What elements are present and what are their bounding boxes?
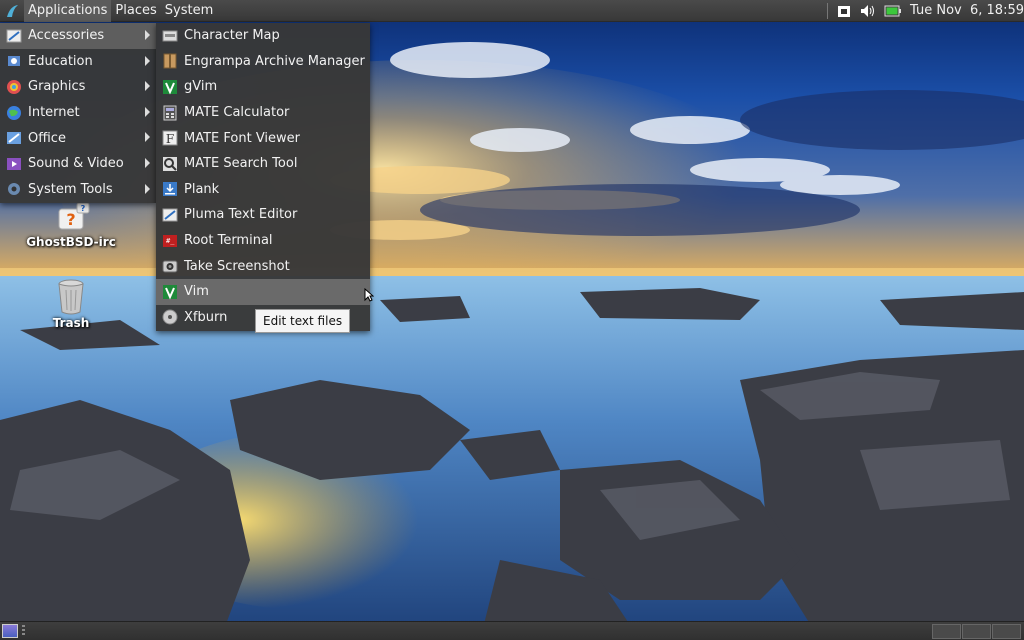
svg-text:#_: #_ bbox=[166, 237, 175, 245]
system-menu[interactable]: System bbox=[161, 0, 217, 22]
menu-item-label: gVim bbox=[184, 79, 218, 95]
volume-icon[interactable] bbox=[860, 3, 876, 19]
irc-help-icon: ? ? bbox=[51, 202, 91, 235]
terminal-icon: #_ bbox=[162, 233, 178, 249]
menu-item-take-screenshot[interactable]: Take Screenshot bbox=[156, 253, 370, 279]
vim-icon bbox=[162, 284, 178, 300]
submenu-arrow-icon bbox=[145, 132, 150, 143]
submenu-arrow-icon bbox=[145, 55, 150, 66]
svg-text:?: ? bbox=[81, 204, 86, 213]
menu-item-label: Root Terminal bbox=[184, 233, 273, 249]
desktop-icon-ghostbsd-irc[interactable]: ? ? GhostBSD-irc bbox=[26, 202, 116, 249]
menu-item-label: Sound & Video bbox=[28, 156, 124, 172]
archive-manager-icon bbox=[162, 53, 178, 69]
menu-item-engrampa[interactable]: Engrampa Archive Manager bbox=[156, 49, 370, 75]
places-menu[interactable]: Places bbox=[111, 0, 160, 22]
workspace-1[interactable] bbox=[932, 624, 961, 639]
screenshot-indicator-icon[interactable] bbox=[836, 3, 852, 19]
workspace-2[interactable] bbox=[962, 624, 991, 639]
menu-item-label: Office bbox=[28, 130, 66, 146]
battery-icon[interactable] bbox=[884, 3, 902, 19]
menu-item-gvim[interactable]: gVim bbox=[156, 74, 370, 100]
menu-item-label: MATE Calculator bbox=[184, 105, 290, 121]
trash-icon bbox=[57, 278, 85, 316]
menu-category-education[interactable]: Education bbox=[0, 49, 156, 75]
menu-item-label: MATE Font Viewer bbox=[184, 130, 301, 146]
menu-item-plank[interactable]: Plank bbox=[156, 177, 370, 203]
gvim-icon bbox=[162, 79, 178, 95]
menu-item-label: System Tools bbox=[28, 181, 113, 197]
desktop-icon-label: GhostBSD-irc bbox=[26, 235, 116, 249]
menu-item-label: Internet bbox=[28, 105, 80, 121]
text-editor-icon bbox=[162, 207, 178, 223]
menu-item-label: Xfburn bbox=[184, 309, 228, 325]
mouse-cursor-icon bbox=[364, 287, 375, 306]
menu-category-accessories[interactable]: Accessories bbox=[0, 23, 156, 49]
menu-item-root-terminal[interactable]: #_ Root Terminal bbox=[156, 228, 370, 254]
bottom-panel bbox=[0, 621, 1024, 640]
svg-text:?: ? bbox=[66, 210, 75, 229]
submenu-arrow-icon bbox=[145, 106, 150, 117]
submenu-arrow-icon bbox=[145, 81, 150, 92]
graphics-icon bbox=[6, 79, 22, 95]
menu-item-vim[interactable]: Vim bbox=[156, 278, 370, 305]
menu-category-office[interactable]: Office bbox=[0, 125, 156, 151]
search-tool-icon bbox=[162, 156, 178, 172]
menu-category-graphics[interactable]: Graphics bbox=[0, 74, 156, 100]
plank-icon bbox=[162, 181, 178, 197]
menu-item-character-map[interactable]: Character Map bbox=[156, 23, 370, 49]
office-icon bbox=[6, 130, 22, 146]
menu-item-pluma[interactable]: Pluma Text Editor bbox=[156, 202, 370, 228]
system-tray: Tue Nov 6, 18:59 bbox=[827, 0, 1024, 22]
menu-item-mate-search-tool[interactable]: MATE Search Tool bbox=[156, 151, 370, 177]
menu-item-label: Graphics bbox=[28, 79, 86, 95]
system-tools-icon bbox=[6, 181, 22, 197]
menu-item-label: Character Map bbox=[184, 28, 280, 44]
menu-category-sound-video[interactable]: Sound & Video bbox=[0, 151, 156, 177]
menu-item-mate-font-viewer[interactable]: F MATE Font Viewer bbox=[156, 125, 370, 151]
screenshot-icon bbox=[162, 258, 178, 274]
applications-menu[interactable]: Applications bbox=[24, 0, 112, 22]
ghostbsd-logo-icon bbox=[4, 3, 20, 19]
accessories-submenu: Character Map Engrampa Archive Manager g… bbox=[156, 23, 370, 331]
menu-item-label: Education bbox=[28, 53, 93, 69]
menu-item-label: MATE Search Tool bbox=[184, 156, 298, 172]
tray-separator bbox=[827, 2, 829, 19]
sound-video-icon bbox=[6, 156, 22, 172]
desktop-icon-trash[interactable]: Trash bbox=[26, 278, 116, 330]
submenu-arrow-icon bbox=[145, 30, 150, 40]
submenu-arrow-icon bbox=[145, 157, 150, 168]
applications-categories-menu: Accessories Education Graphics Internet … bbox=[0, 23, 156, 203]
submenu-arrow-icon bbox=[145, 183, 150, 194]
svg-text:F: F bbox=[166, 132, 174, 146]
disc-burner-icon bbox=[162, 309, 178, 325]
menu-item-label: Plank bbox=[184, 181, 220, 197]
character-map-icon bbox=[162, 28, 178, 44]
menu-item-mate-calculator[interactable]: MATE Calculator bbox=[156, 100, 370, 126]
panel-drag-handle[interactable] bbox=[22, 625, 25, 637]
menu-item-label: Pluma Text Editor bbox=[184, 207, 298, 223]
accessories-icon bbox=[6, 28, 22, 44]
education-icon bbox=[6, 53, 22, 69]
menu-item-label: Vim bbox=[184, 284, 209, 300]
font-viewer-icon: F bbox=[162, 130, 178, 146]
workspace-3[interactable] bbox=[992, 624, 1021, 639]
desktop-icon-label: Trash bbox=[52, 316, 90, 330]
menu-item-label: Engrampa Archive Manager bbox=[184, 53, 365, 69]
tooltip: Edit text files bbox=[255, 309, 351, 333]
menu-item-label: Take Screenshot bbox=[184, 258, 290, 274]
clock[interactable]: Tue Nov 6, 18:59 bbox=[910, 3, 1024, 18]
menu-category-system-tools[interactable]: System Tools bbox=[0, 177, 156, 203]
top-panel: Applications Places System Tue Nov 6, 18… bbox=[0, 0, 1024, 22]
show-desktop-button[interactable] bbox=[2, 624, 18, 638]
calculator-icon bbox=[162, 105, 178, 121]
menu-item-label: Accessories bbox=[28, 28, 105, 44]
internet-icon bbox=[6, 105, 22, 121]
menu-category-internet[interactable]: Internet bbox=[0, 100, 156, 126]
